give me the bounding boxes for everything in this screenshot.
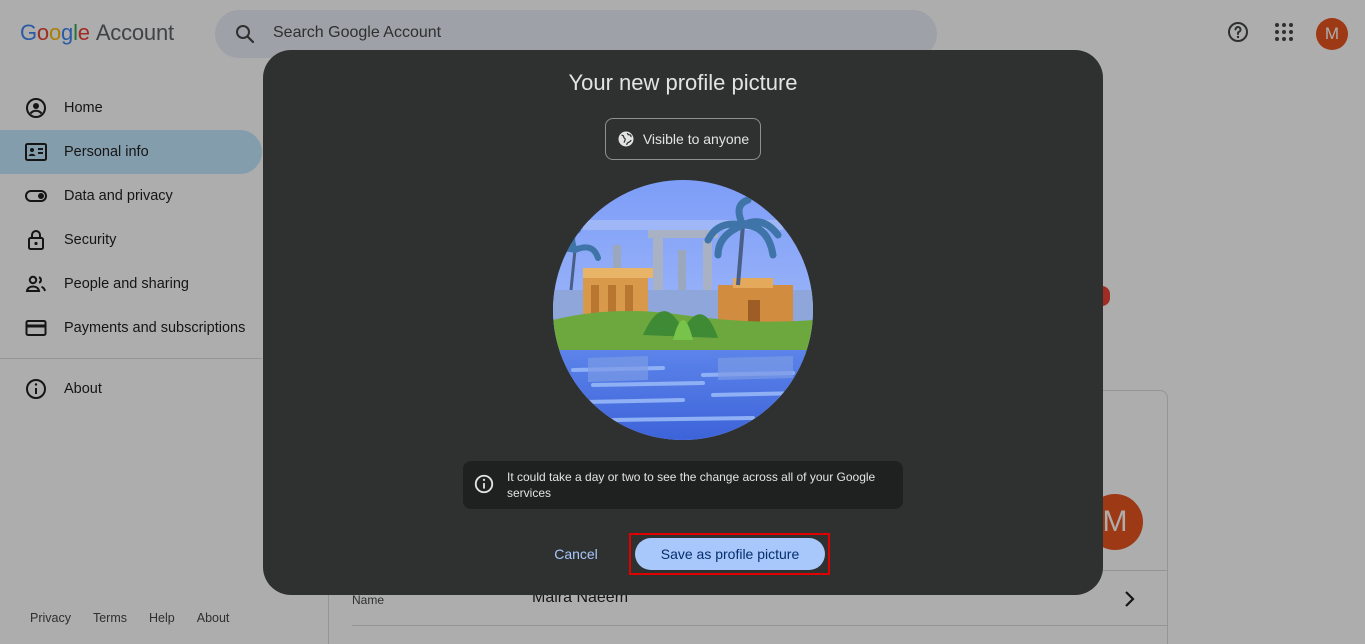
- visibility-label: Visible to anyone: [642, 131, 750, 147]
- propagation-notice: It could take a day or two to see the ch…: [463, 461, 903, 509]
- egyptian-temple-illustration: [553, 180, 813, 440]
- notice-text: It could take a day or two to see the ch…: [507, 470, 876, 500]
- info-icon: [474, 474, 494, 494]
- profile-picture-preview: [553, 180, 813, 440]
- globe-icon: [618, 131, 634, 147]
- save-as-profile-picture-button[interactable]: Save as profile picture: [635, 538, 825, 570]
- dialog-title: Your new profile picture: [568, 70, 798, 95]
- visibility-button[interactable]: Visible to anyone: [605, 118, 761, 160]
- profile-picture-dialog: Your new profile picture Visible to anyo…: [263, 50, 1103, 595]
- cancel-button[interactable]: Cancel: [542, 540, 610, 568]
